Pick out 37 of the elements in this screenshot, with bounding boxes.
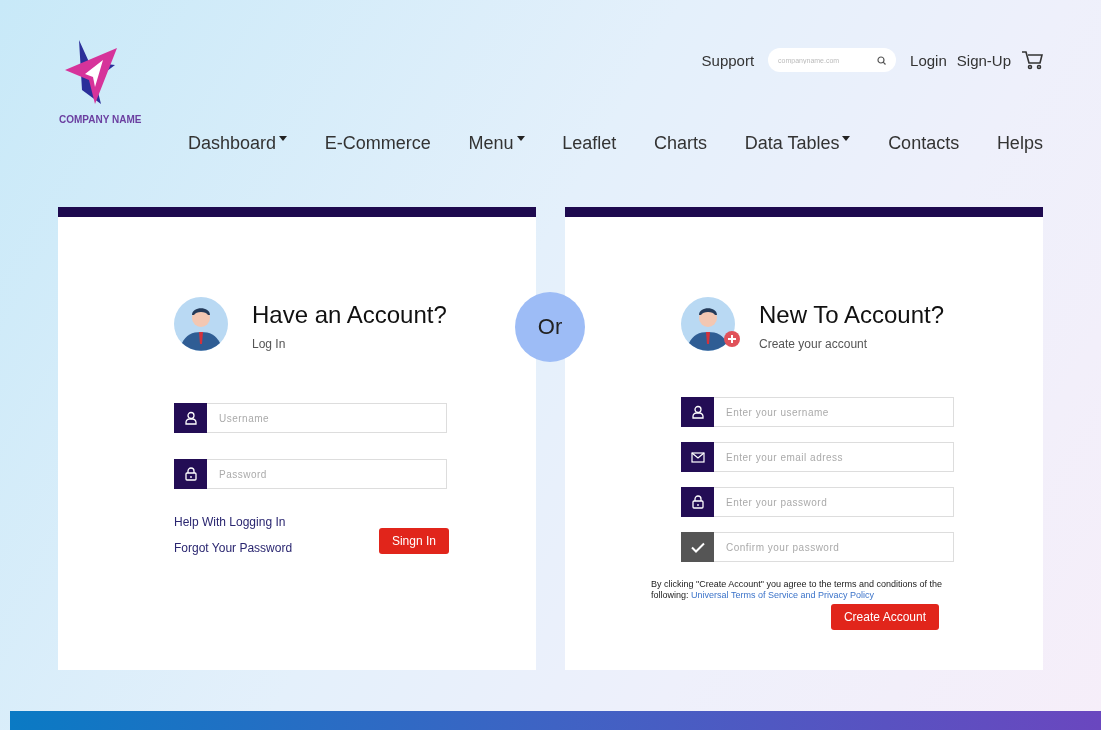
nav-link[interactable]: Leaflet [562,133,617,154]
card-title: Have an Account? [252,301,447,329]
card-title: New To Account? [759,301,944,329]
nav-link[interactable]: Contacts [888,133,960,154]
user-icon [690,405,705,419]
input-field[interactable]: Username [207,403,447,433]
create-account-button[interactable]: Create Account [830,604,939,630]
help-link[interactable]: Help With Logging In [174,515,293,529]
avatar-icon [681,297,735,351]
envelope-icon [690,451,705,463]
login-link[interactable]: Login [910,51,947,69]
nav-link[interactable]: E-Commerce [324,133,431,154]
card-subtitle: Log In [252,337,287,351]
sign-in-button[interactable]: Singn In [378,528,449,554]
input-field[interactable]: Password [207,459,447,489]
search-icon [877,56,887,65]
lock-icon [691,495,704,509]
card-subtitle: Create your account [759,337,869,351]
checkmark-icon [690,541,705,553]
nav-link[interactable]: Dashboard [188,133,277,154]
nav-link[interactable]: Data Tables [744,133,840,154]
nav-link[interactable]: Menu [468,133,514,154]
signup-link[interactable]: Sign-Up [956,51,1011,69]
logo-text: COMPANY NAME [59,114,142,125]
cart-icon[interactable] [1021,50,1043,70]
input-field[interactable]: Enter your password [714,487,954,517]
nav-link[interactable]: Charts [653,133,707,154]
input-field[interactable]: Enter your email adress [714,442,954,472]
input-field[interactable]: Enter your username [714,397,954,427]
user-icon [183,411,198,425]
lock-icon [184,467,197,481]
support-link[interactable]: Support [701,51,755,69]
nav-link[interactable]: Helps [996,133,1043,154]
input-field[interactable]: Confirm your password [714,532,954,562]
help-link[interactable]: Forgot Your Password [174,541,293,555]
terms-text: By clicking "Create Account" you agree to the terms and conditions of the following: Universal Terms of Service and Privacy Policy [651,579,944,601]
terms-link[interactable]: Universal Terms of Service and Privacy Policy [691,590,874,600]
